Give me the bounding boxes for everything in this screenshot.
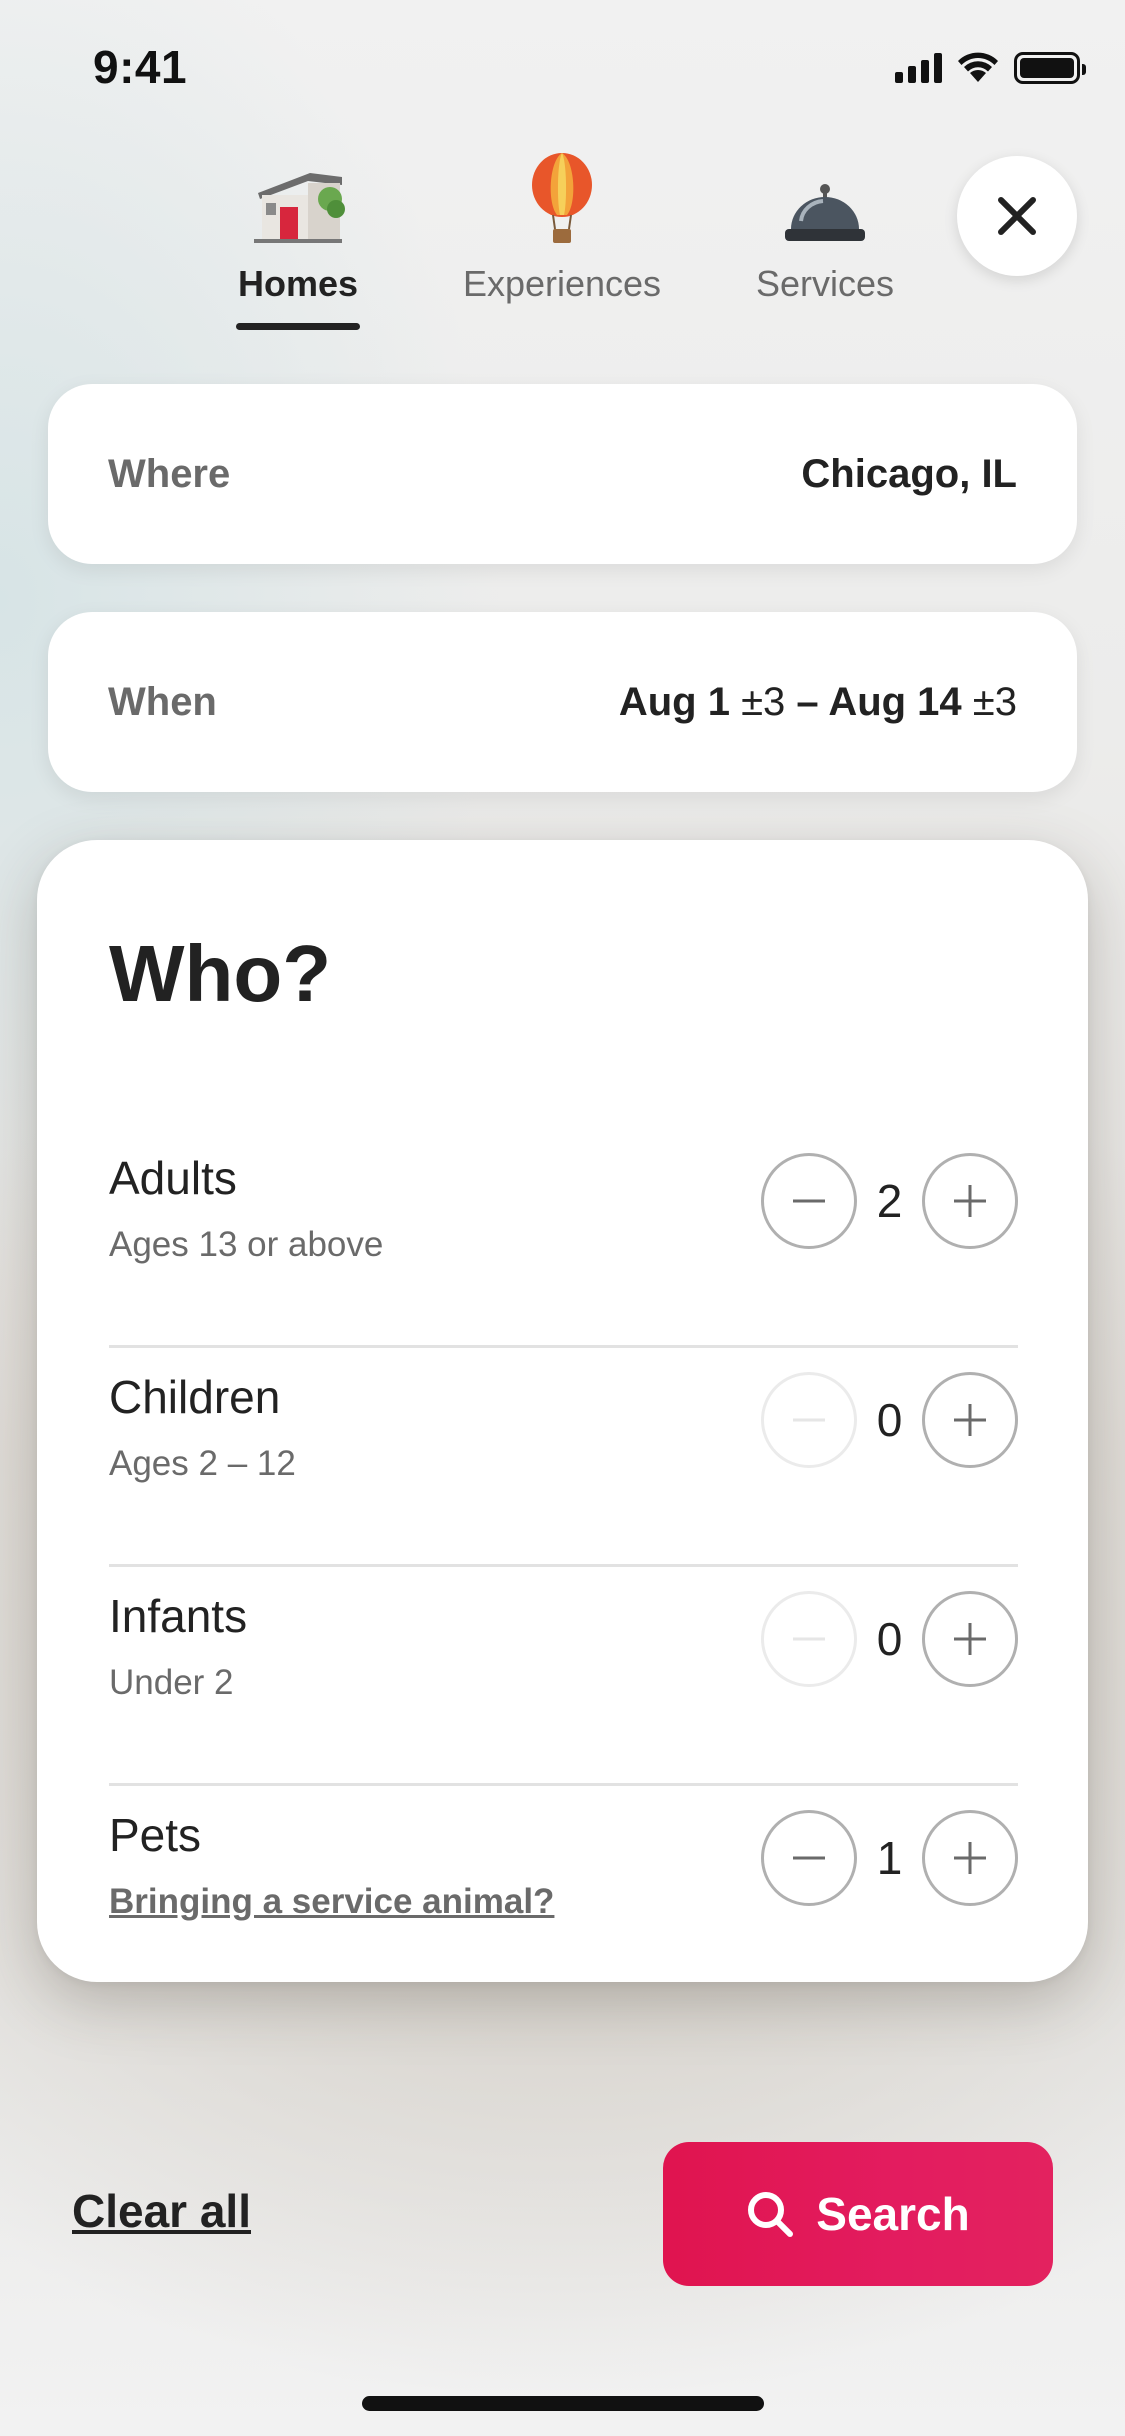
- house-icon: [250, 145, 346, 245]
- tab-label: Experiences: [462, 263, 662, 304]
- where-label: Where: [108, 451, 231, 496]
- guest-type-label: Children: [109, 1371, 281, 1423]
- minus-icon: [793, 1856, 825, 1860]
- guest-row-adults: Adults Ages 13 or above 2: [109, 1129, 1018, 1348]
- hot-air-balloon-icon: [527, 145, 597, 245]
- when-start: Aug 1: [618, 679, 730, 724]
- tab-experiences[interactable]: Experiences: [450, 145, 674, 305]
- active-tab-underline: [236, 323, 360, 330]
- plus-icon: [954, 1185, 986, 1217]
- pets-increment-button[interactable]: [922, 1810, 1018, 1906]
- guest-type-label: Pets: [109, 1809, 202, 1861]
- home-indicator: [362, 2396, 764, 2411]
- tab-label: Services: [755, 263, 895, 304]
- status-bar: 9:41: [0, 0, 1125, 140]
- when-end: Aug 14: [828, 679, 962, 724]
- pets-decrement-button[interactable]: [761, 1810, 857, 1906]
- plus-icon: [954, 1842, 986, 1874]
- when-separator: –: [796, 679, 819, 724]
- guest-type-label: Infants: [109, 1590, 248, 1642]
- guest-type-description: Ages 2 – 12: [109, 1444, 296, 1483]
- wifi-icon: [958, 52, 998, 82]
- children-count: 0: [876, 1394, 903, 1446]
- when-end-flex: ±3: [972, 679, 1017, 724]
- service-bell-icon: [783, 145, 867, 245]
- children-decrement-button[interactable]: [761, 1372, 857, 1468]
- where-card[interactable]: Where Chicago, IL: [48, 384, 1077, 564]
- when-value: Aug 1 ±3 – Aug 14 ±3: [619, 680, 1017, 725]
- service-animal-link[interactable]: Bringing a service animal?: [109, 1882, 554, 1922]
- when-card[interactable]: When Aug 1 ±3 – Aug 14 ±3: [48, 612, 1077, 792]
- guest-row-children: Children Ages 2 – 12 0: [109, 1348, 1018, 1567]
- adults-count: 2: [876, 1175, 903, 1227]
- guest-type-description: Ages 13 or above: [109, 1225, 384, 1264]
- when-label: When: [108, 679, 217, 724]
- tab-homes[interactable]: Homes: [225, 145, 371, 330]
- status-icons: [895, 52, 1086, 84]
- minus-icon: [793, 1637, 825, 1641]
- infants-increment-button[interactable]: [922, 1591, 1018, 1687]
- adults-increment-button[interactable]: [922, 1153, 1018, 1249]
- tab-label: Homes: [237, 263, 359, 304]
- infants-decrement-button[interactable]: [761, 1591, 857, 1687]
- search-label: Search: [816, 2188, 970, 2240]
- when-start-flex: ±3: [741, 679, 786, 724]
- infants-count: 0: [876, 1613, 903, 1665]
- minus-icon: [793, 1199, 825, 1203]
- clear-all-button[interactable]: Clear all: [72, 2184, 251, 2238]
- search-icon: [748, 2192, 794, 2237]
- search-button[interactable]: Search: [663, 2142, 1053, 2286]
- who-title: Who?: [109, 929, 332, 1018]
- where-value: Chicago, IL: [801, 451, 1017, 496]
- guest-type-description: Under 2: [109, 1663, 234, 1702]
- cellular-signal-icon: [895, 53, 942, 83]
- status-time: 9:41: [93, 41, 188, 93]
- minus-icon: [793, 1418, 825, 1422]
- children-increment-button[interactable]: [922, 1372, 1018, 1468]
- close-icon: [998, 197, 1036, 235]
- plus-icon: [954, 1404, 986, 1436]
- close-button[interactable]: [957, 156, 1077, 276]
- battery-icon: [1014, 52, 1086, 84]
- plus-icon: [954, 1623, 986, 1655]
- guest-row-pets: Pets Bringing a service animal? 1: [109, 1786, 1018, 2005]
- who-panel: Who? Adults Ages 13 or above 2 Children …: [37, 840, 1088, 1982]
- pets-count: 1: [876, 1832, 903, 1884]
- tab-services[interactable]: Services: [745, 145, 905, 305]
- guest-type-label: Adults: [109, 1152, 237, 1204]
- adults-decrement-button[interactable]: [761, 1153, 857, 1249]
- guest-row-infants: Infants Under 2 0: [109, 1567, 1018, 1786]
